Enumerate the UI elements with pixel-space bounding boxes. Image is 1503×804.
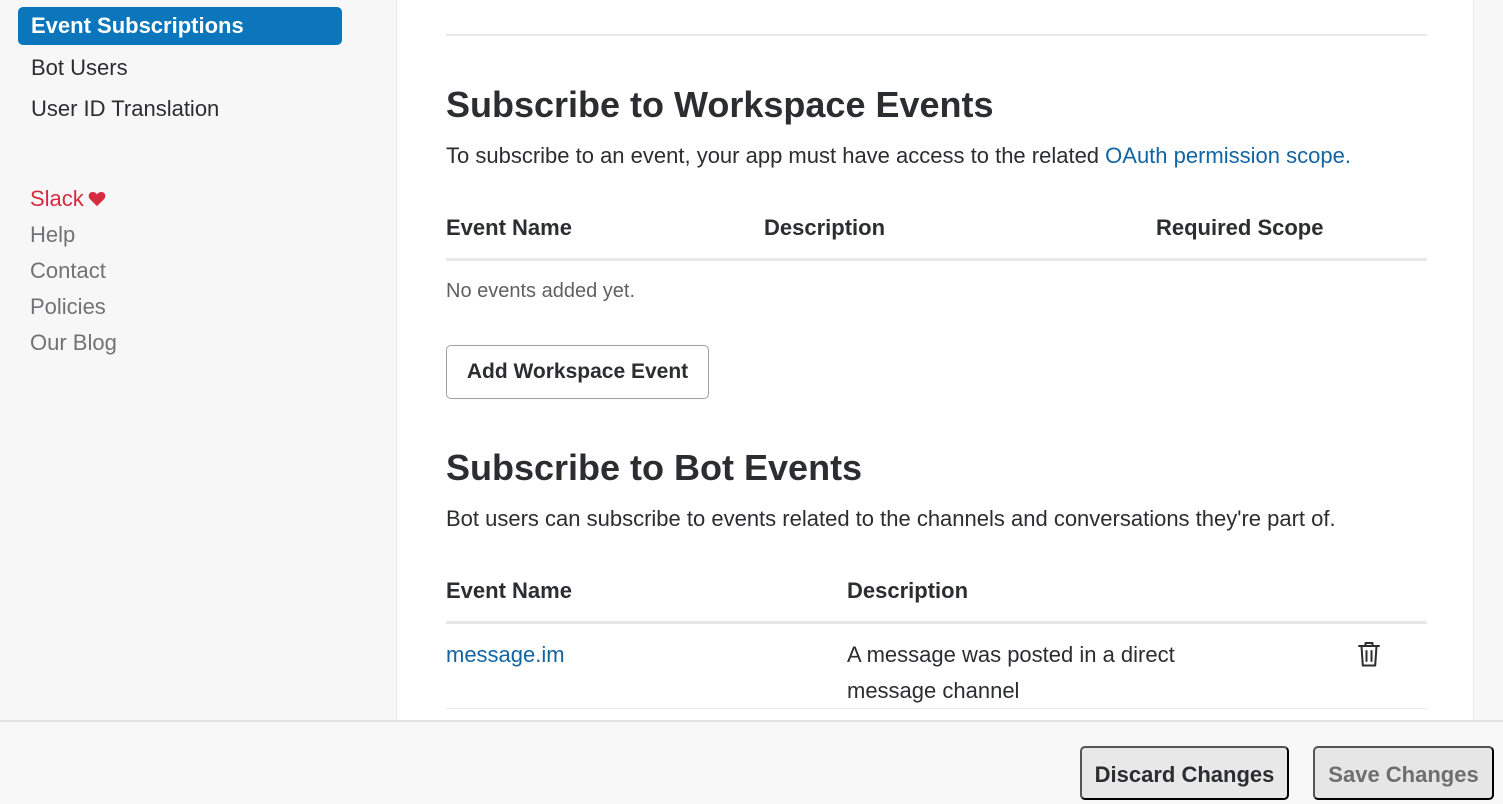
add-workspace-event-button[interactable]: Add Workspace Event	[446, 345, 709, 399]
sidebar-item-event-subscriptions[interactable]: Event Subscriptions	[18, 7, 342, 45]
event-description: A message was posted in a direct message…	[847, 642, 1175, 703]
slack-link-label: Slack	[30, 186, 84, 211]
oauth-scope-link[interactable]: OAuth permission scope.	[1105, 143, 1351, 168]
bot-table-header-rule	[446, 621, 1427, 624]
heart-icon	[88, 191, 106, 207]
workspace-events-description-text: To subscribe to an event, your app must …	[446, 143, 1106, 168]
main-card: Subscribe to Workspace Events To subscri…	[396, 0, 1474, 720]
workspace-events-description: To subscribe to an event, your app must …	[446, 143, 1351, 169]
sidebar-item-bot-users[interactable]: Bot Users	[18, 49, 342, 87]
section-divider	[446, 34, 1427, 36]
row-divider	[446, 708, 1427, 709]
workspace-table-header-rule	[446, 258, 1427, 261]
bot-col-event-name: Event Name	[446, 578, 572, 603]
trash-icon[interactable]	[1357, 640, 1381, 668]
sidebar: Event Subscriptions Bot Users User ID Tr…	[0, 0, 396, 720]
footer-link-blog[interactable]: Our Blog	[30, 328, 117, 358]
event-name-link[interactable]: message.im	[446, 637, 565, 673]
sidebar-item-user-id-translation[interactable]: User ID Translation	[18, 90, 342, 128]
bot-events-title: Subscribe to Bot Events	[446, 447, 863, 488]
workspace-empty-state: No events added yet.	[446, 280, 636, 302]
discard-changes-button[interactable]: Discard Changes	[1080, 746, 1289, 800]
footer-link-help[interactable]: Help	[30, 220, 75, 250]
workspace-events-title: Subscribe to Workspace Events	[446, 84, 994, 125]
footer-link-contact[interactable]: Contact	[30, 256, 106, 286]
save-changes-button[interactable]: Save Changes	[1313, 746, 1494, 800]
workspace-col-required-scope: Required Scope	[1156, 215, 1324, 240]
workspace-col-description: Description	[764, 215, 886, 240]
workspace-col-event-name: Event Name	[446, 215, 572, 240]
footer-link-policies[interactable]: Policies	[30, 292, 106, 322]
footer-bar: Discard Changes Save Changes	[0, 720, 1503, 804]
bot-events-description: Bot users can subscribe to events relate…	[446, 506, 1336, 531]
bot-col-description: Description	[847, 578, 969, 603]
footer-link-slack[interactable]: Slack	[30, 184, 106, 214]
